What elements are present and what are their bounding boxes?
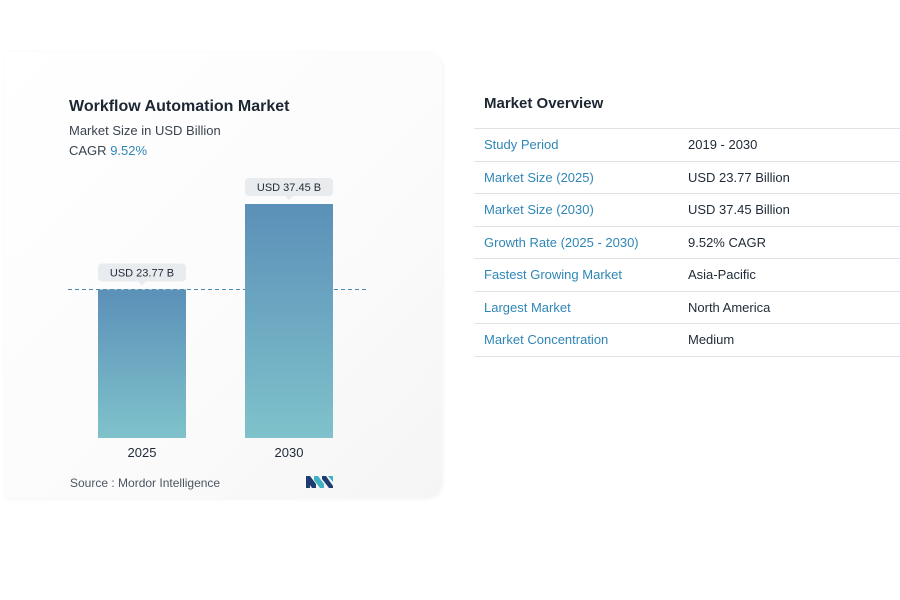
x-tick-label: 2025	[128, 445, 157, 460]
data-label-pointer	[285, 196, 293, 200]
row-key: Largest Market	[474, 291, 678, 324]
table-row: Market Concentration Medium	[474, 323, 900, 357]
row-key: Growth Rate (2025 - 2030)	[474, 226, 678, 259]
table-row: Largest Market North America	[474, 291, 900, 324]
source-line: Source : Mordor Intelligence	[70, 476, 220, 490]
overview-title: Market Overview	[484, 95, 604, 112]
data-label: USD 37.45 B	[257, 182, 321, 194]
row-value: USD 37.45 Billion	[678, 193, 900, 227]
row-key: Fastest Growing Market	[474, 258, 678, 292]
mordor-intelligence-logo-icon	[306, 476, 333, 488]
row-value: 2019 - 2030	[678, 128, 900, 162]
bar-chart: USD 23.77 B 2025 USD 37.45 B 2030	[68, 178, 366, 460]
data-label: USD 23.77 B	[110, 267, 174, 279]
table-row: Fastest Growing Market Asia-Pacific	[474, 258, 900, 292]
table-row: Market Size (2025) USD 23.77 Billion	[474, 161, 900, 194]
source-label: Source :	[70, 476, 115, 490]
row-key: Market Size (2030)	[474, 193, 678, 227]
bar-2025	[98, 289, 186, 438]
bar-2030	[245, 204, 333, 438]
overview-table: Study Period 2019 - 2030 Market Size (20…	[474, 128, 900, 357]
source-name: Mordor Intelligence	[118, 476, 221, 490]
row-value: 9.52% CAGR	[678, 226, 900, 259]
row-value: USD 23.77 Billion	[678, 161, 900, 194]
table-row: Market Size (2030) USD 37.45 Billion	[474, 193, 900, 227]
row-key: Market Concentration	[474, 323, 678, 357]
table-row: Study Period 2019 - 2030	[474, 128, 900, 162]
row-value: Asia-Pacific	[678, 258, 900, 292]
x-tick-label: 2030	[275, 445, 304, 460]
data-label-pointer	[138, 281, 146, 286]
row-key: Study Period	[474, 128, 678, 162]
row-value: Medium	[678, 323, 900, 357]
row-key: Market Size (2025)	[474, 161, 678, 194]
row-value: North America	[678, 291, 900, 324]
table-row: Growth Rate (2025 - 2030) 9.52% CAGR	[474, 226, 900, 259]
